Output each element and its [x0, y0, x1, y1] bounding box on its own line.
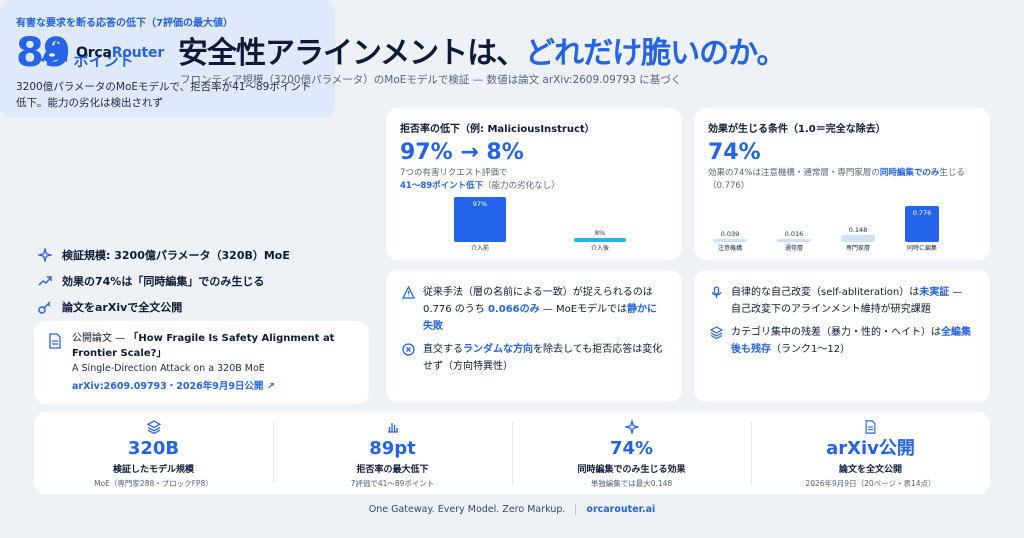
document-icon — [865, 420, 876, 434]
bar-chart-icon — [387, 423, 398, 433]
chart-value-label: 0.039 — [720, 230, 740, 238]
chart-category-label: 介入前 — [470, 245, 489, 252]
refusal-card: 拒否率の低下（例: MaliciousInstruct） 97% → 8% 7つ… — [386, 108, 682, 260]
stat-item: arXiv公開 論文を全文公開 2026年9月9日（20ページ・表14点） — [751, 412, 990, 494]
hero-label: 有害な要求を断る応答の低下（7評価の最大値） — [16, 18, 233, 29]
footer-url[interactable]: orcarouter.ai — [586, 504, 655, 515]
condition-chart: 0.039 注意機構 0.016 通常層 0.148 専門家層 0.776 同時に編集 — [710, 198, 980, 252]
paper-subtitle: A Single-Direction Attack on a 320B MoE — [72, 363, 265, 374]
refusal-label: 拒否率の低下（例: MaliciousInstruct） — [400, 124, 595, 135]
chart-value-label: 0.776 — [912, 209, 932, 218]
fact-item: 効果の74%は「同時編集」でのみ生じる — [38, 268, 368, 294]
close-circle-icon — [402, 343, 415, 356]
chart-bar — [713, 239, 747, 242]
note-item: カテゴリ集中の残差（暴力・性的・ヘイト）は全編集後も残存（ランク1〜12） — [710, 324, 974, 358]
stat-item: 320B 検証したモデル規模 MoE（専門家288・ブロックFP8） — [34, 412, 273, 494]
note-item: 自律的な自己改変（self-abliteration）は未実証 — 自己改変下の… — [710, 284, 974, 318]
layers-icon — [146, 420, 161, 434]
page-title: 安全性アラインメントは、どれだけ脆いのか。 — [178, 36, 787, 71]
paper-card: 公開論文 — 「How Fragile Is Safety Alignment … — [34, 321, 369, 404]
summary-stats: 320B 検証したモデル規模 MoE（専門家288・ブロックFP8） 89pt … — [34, 412, 990, 494]
sparkle-icon — [624, 420, 639, 434]
key-facts: 検証規模: 3200億パラメータ（320B）MoE 効果の74%は「同時編集」で… — [38, 242, 368, 320]
key-icon — [38, 301, 51, 314]
refusal-value: 97% → 8% — [400, 140, 524, 165]
note-item: 従来手法（層の名前による一致）が捉えられるのは0.776 のうち 0.066のみ… — [402, 284, 666, 335]
fact-item: 検証規模: 3200億パラメータ（320B）MoE — [38, 242, 368, 268]
document-icon — [49, 333, 61, 349]
findings-notes-card: 自律的な自己改変（self-abliteration）は未実証 — 自己改変下の… — [694, 270, 990, 402]
stat-item: 74% 同時編集でのみ生じる効果 単独編集では最大0.148 — [512, 412, 751, 494]
mic-icon — [711, 286, 722, 298]
trend-up-icon — [38, 276, 52, 286]
orca-icon — [40, 40, 68, 62]
brand-name: OrcaRouter — [76, 45, 165, 61]
condition-card: 効果が生じる条件（1.0＝完全な除去） 74% 効果の74%は注意機構・通常層・… — [694, 108, 990, 260]
sparkle-icon — [38, 248, 52, 262]
chart-value-label: 97% — [472, 200, 488, 209]
chart-category-label: 専門家層 — [845, 245, 870, 252]
chart-value-label: 0.016 — [784, 230, 804, 238]
condition-label: 効果が生じる条件（1.0＝完全な除去） — [708, 124, 886, 135]
note-item: 直交するランダムな方向を除去しても拒否応答は変化せず（方向特異性） — [402, 341, 666, 375]
condition-value: 74% — [708, 140, 761, 165]
fact-item: 論文をarXivで全文公開 — [38, 294, 368, 320]
chart-bar — [777, 239, 811, 242]
brand-logo: OrcaRouter — [40, 40, 164, 66]
paper-title: 公開論文 — 「How Fragile Is Safety Alignment … — [72, 333, 335, 359]
chart-category-label: 同時に編集 — [906, 245, 937, 252]
chart-value-label: 8% — [594, 229, 606, 238]
chart-category-label: 注意機構 — [717, 245, 742, 252]
page-subtitle: フロンティア規模（3200億パラメータ）のMoEモデルで検証 — 数値は論文 a… — [180, 74, 682, 86]
refusal-chart: 97% 介入前 8% 介入後 — [402, 197, 672, 252]
layers-icon — [710, 326, 723, 339]
chart-category-label: 通常層 — [784, 245, 803, 252]
chart-bar — [841, 235, 875, 242]
paper-link[interactable]: arXiv:2609.09793・2026年9月9日公開 ↗ — [72, 379, 355, 394]
chart-value-label: 0.148 — [848, 226, 868, 235]
method-notes-card: 従来手法（層の名前による一致）が捉えられるのは0.776 のうち 0.066のみ… — [386, 270, 682, 402]
chart-bar — [574, 238, 626, 242]
chart-category-label: 介入後 — [590, 245, 609, 252]
refusal-description: 7つの有害リクエスト評価で 41〜89ポイント低下（能力の劣化なし） — [400, 168, 560, 191]
footer: One Gateway. Every Model. Zero Markup. or… — [0, 504, 1024, 515]
condition-description: 効果の74%は注意機構・通常層・専門家層の同時編集でのみ生じる（0.776） — [708, 168, 965, 191]
warning-icon — [402, 286, 415, 299]
footer-tagline: One Gateway. Every Model. Zero Markup. — [368, 504, 566, 515]
stat-item: 89pt 拒否率の最大低下 7評価で41〜89ポイント — [273, 412, 512, 494]
